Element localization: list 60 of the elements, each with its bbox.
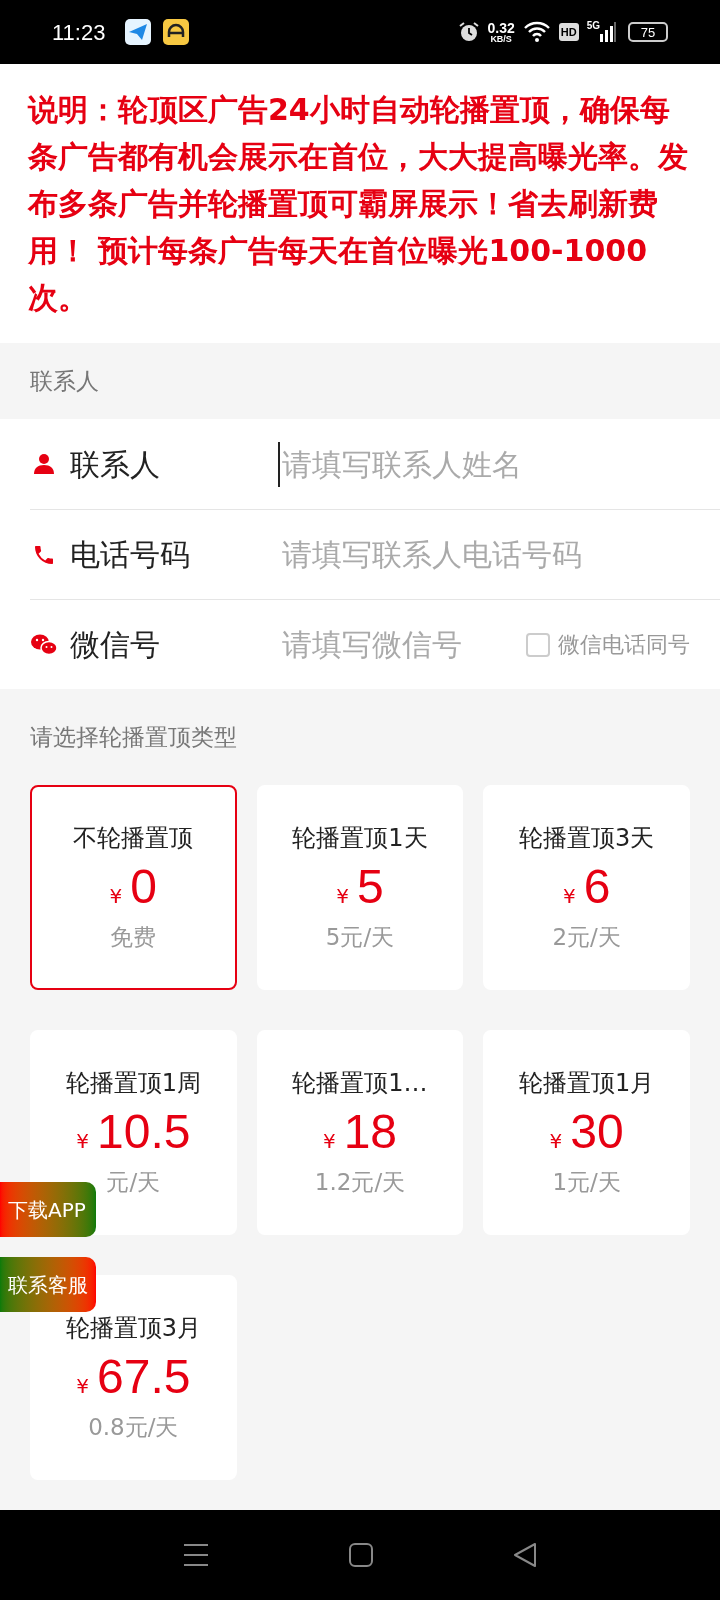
back-icon[interactable] xyxy=(513,1542,537,1568)
price-per-day: 0.8元/天 xyxy=(88,1410,179,1445)
hd-badge: HD xyxy=(558,23,579,41)
alarm-icon xyxy=(457,21,480,43)
person-icon xyxy=(32,452,56,476)
plan-price: 6 xyxy=(583,859,611,916)
checkbox[interactable] xyxy=(526,632,550,657)
plan-price: 67.5 xyxy=(97,1349,191,1406)
plan-card[interactable]: 轮播置顶1月 ¥ 30 1元/天 xyxy=(483,1030,690,1235)
currency-symbol: ¥ xyxy=(549,1128,563,1156)
currency-symbol: ¥ xyxy=(336,883,349,911)
text-input[interactable]: 请填写微信号 xyxy=(278,622,520,667)
plan-price: 30 xyxy=(570,1104,624,1161)
plan-title: 轮播置顶3月 xyxy=(65,1313,201,1345)
plan-title: 轮播置顶1月 xyxy=(519,1068,655,1100)
plan-card[interactable]: 轮播置顶1天 ¥ 5 5元/天 xyxy=(256,785,464,990)
plan-card[interactable]: 不轮播置顶 ¥ 0 免费 xyxy=(30,785,237,990)
currency-symbol: ¥ xyxy=(76,1128,89,1156)
field-label: 微信号 xyxy=(70,626,161,664)
currency-symbol: ¥ xyxy=(76,1373,89,1401)
plan-title: 轮播置顶3天 xyxy=(519,823,655,855)
home-icon[interactable] xyxy=(349,1543,373,1567)
price-per-day: 5元/天 xyxy=(325,920,395,955)
plan-title: 轮播置顶1周 xyxy=(65,1068,201,1100)
clock: 11:23 xyxy=(52,18,106,47)
speed-unit: KB/S xyxy=(490,34,512,44)
menu-icon[interactable] xyxy=(183,1543,209,1567)
plan-card[interactable]: 轮播置顶3天 ¥ 6 2元/天 xyxy=(483,785,690,990)
currency-symbol: ¥ xyxy=(109,883,123,911)
text-input[interactable]: 请填写联系人姓名 xyxy=(278,441,690,487)
text-input[interactable]: 请填写联系人电话号码 xyxy=(278,532,690,577)
price-per-day: 1.2元/天 xyxy=(314,1165,406,1200)
plan-card[interactable]: 轮播置顶1… ¥ 18 1.2元/天 xyxy=(256,1030,464,1235)
notice-text: 说明：轮顶区广告24小时自动轮播置顶，确保每条广告都有机会展示在首位，大大提高曝光率。发布多条广告并轮播置顶可霸屏展示！省去刷新费用！ 预计每条广告每天在首位曝光100-1000次。 xyxy=(28,91,689,317)
battery-indicator: 75 xyxy=(628,22,668,42)
plan-price: 0 xyxy=(130,859,158,916)
price-per-day: 2元/天 xyxy=(552,920,621,955)
currency-symbol: ¥ xyxy=(322,1128,336,1156)
field-label: 电话号码 xyxy=(70,536,191,574)
plan-title: 轮播置顶1… xyxy=(292,1068,428,1100)
field-label: 联系人 xyxy=(70,445,161,484)
plan-price: 5 xyxy=(357,859,384,916)
section-title: 联系人 xyxy=(29,366,100,396)
floating-button[interactable]: 联系客服 xyxy=(0,1257,96,1312)
plan-price: 18 xyxy=(343,1104,398,1161)
price-per-day: 免费 xyxy=(110,920,157,955)
plan-price: 10.5 xyxy=(97,1104,191,1161)
price-per-day: 元/天 xyxy=(106,1165,161,1200)
plan-title: 轮播置顶1天 xyxy=(292,823,428,855)
currency-symbol: ¥ xyxy=(562,883,576,911)
paper-plane-icon xyxy=(125,19,152,45)
wifi-icon xyxy=(522,21,551,43)
floating-button[interactable]: 下载APP xyxy=(0,1182,96,1237)
network-type: 5G xyxy=(586,19,600,33)
section-title: 请选择轮播置顶类型 xyxy=(29,722,238,752)
plan-title: 不轮播置顶 xyxy=(73,823,194,855)
price-per-day: 1元/天 xyxy=(552,1165,621,1200)
network-speed: 0.32 xyxy=(487,20,515,35)
signal-icon xyxy=(600,22,616,42)
chat-bubbles-icon xyxy=(30,632,58,657)
